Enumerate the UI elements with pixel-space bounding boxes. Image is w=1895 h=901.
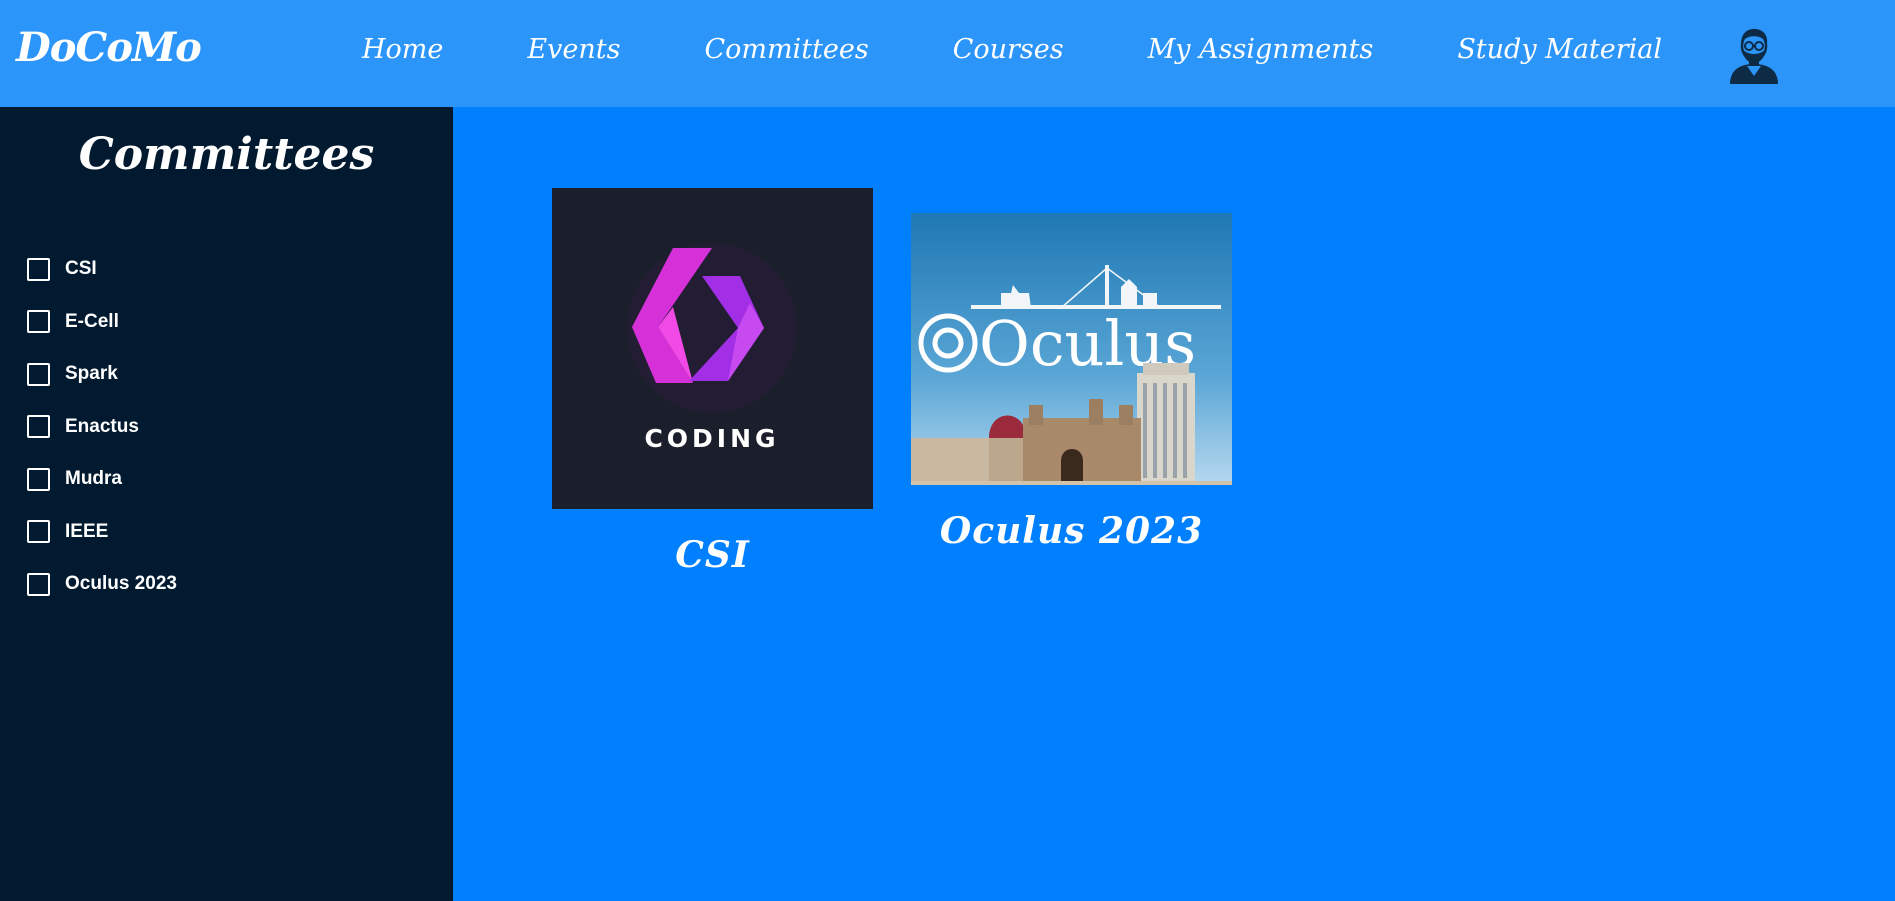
filter-item-enactus[interactable]: Enactus <box>27 401 177 454</box>
csi-logo-text: CODING <box>644 424 779 453</box>
oculus-logo-image[interactable]: Oculus <box>911 213 1232 490</box>
sidebar-title: Committees <box>78 129 375 180</box>
nav-link-courses[interactable]: Courses <box>953 34 1064 65</box>
filter-label: E-Cell <box>65 310 119 332</box>
brand-logo[interactable]: DoCoMo <box>16 24 202 71</box>
filter-checkbox[interactable] <box>27 467 50 491</box>
csi-logo-image[interactable]: CODING <box>552 188 873 514</box>
nav-link-my-assignments[interactable]: My Assignments <box>1148 34 1374 65</box>
top-navbar: DoCoMo Home Events Committees Courses My… <box>0 0 1895 107</box>
filter-item-mudra[interactable]: Mudra <box>27 453 177 506</box>
nav-link-home[interactable]: Home <box>362 34 443 65</box>
nav-link-study-material[interactable]: Study Material <box>1457 34 1662 65</box>
filter-label: Mudra <box>65 468 122 490</box>
filter-checkbox[interactable] <box>27 520 50 544</box>
filter-item-e-cell[interactable]: E-Cell <box>27 296 177 349</box>
user-avatar-icon[interactable] <box>1724 26 1784 86</box>
filter-item-spark[interactable]: Spark <box>27 348 177 401</box>
filter-item-ieee[interactable]: IEEE <box>27 506 177 559</box>
filter-checkbox[interactable] <box>27 310 50 334</box>
filter-label: IEEE <box>65 520 109 542</box>
filter-label: CSI <box>65 258 97 280</box>
card-title[interactable]: Oculus 2023 <box>911 510 1232 552</box>
filter-item-oculus-2023[interactable]: Oculus 2023 <box>27 558 177 611</box>
filter-checkbox[interactable] <box>27 362 50 386</box>
committee-sidebar: Committees CSI E-Cell Spark Enactus Mudr… <box>0 107 453 901</box>
filter-item-csi[interactable]: CSI <box>27 243 177 296</box>
filter-label: Spark <box>65 363 118 385</box>
committee-filter-list: CSI E-Cell Spark Enactus Mudra IEEE Ocul… <box>27 243 177 611</box>
committee-card-oculus-2023[interactable]: Oculus Oculus 2023 <box>911 213 1232 552</box>
main-nav: Home Events Committees Courses My Assign… <box>320 34 1704 65</box>
committee-card-csi[interactable]: CODING CSI <box>552 188 873 576</box>
filter-checkbox[interactable] <box>27 257 50 281</box>
filter-checkbox[interactable] <box>27 572 50 596</box>
nav-link-events[interactable]: Events <box>527 34 620 65</box>
card-title[interactable]: CSI <box>552 534 873 576</box>
filter-label: Enactus <box>65 415 139 437</box>
filter-label: Oculus 2023 <box>65 573 177 595</box>
filter-checkbox[interactable] <box>27 415 50 439</box>
nav-link-committees[interactable]: Committees <box>704 34 868 65</box>
